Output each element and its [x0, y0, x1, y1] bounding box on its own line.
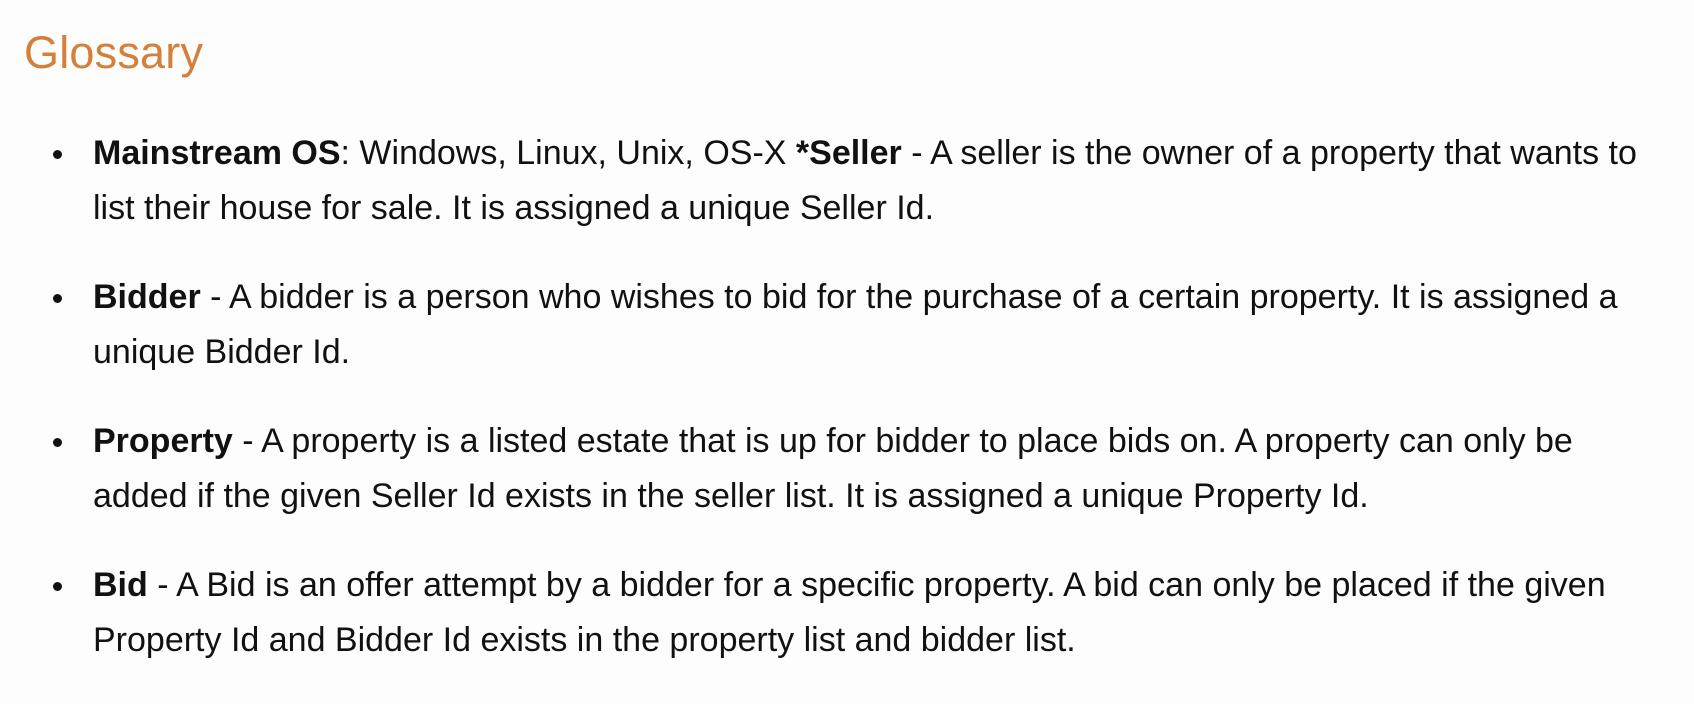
term-mainstream-os: Mainstream OS	[93, 134, 341, 172]
glossary-item-mainstream-os-seller: Mainstream OS: Windows, Linux, Unix, OS-…	[24, 126, 1654, 236]
glossary-list: Mainstream OS: Windows, Linux, Unix, OS-…	[24, 126, 1654, 702]
term-seller: *Seller	[795, 134, 902, 172]
term-property: Property	[93, 422, 233, 460]
definition-bidder: - A bidder is a person who wishes to bid…	[93, 278, 1618, 371]
bullet-icon	[53, 294, 62, 303]
definition-bid: - A Bid is an offer attempt by a bidder …	[93, 566, 1606, 659]
bullet-icon	[53, 582, 62, 591]
definition-property: - A property is a listed estate that is …	[93, 422, 1573, 515]
glossary-page: Glossary Mainstream OS: Windows, Linux, …	[0, 0, 1694, 704]
bullet-icon	[53, 438, 62, 447]
glossary-heading: Glossary	[24, 27, 204, 78]
glossary-item-bid: Bid - A Bid is an offer attempt by a bid…	[24, 558, 1654, 668]
glossary-item-property: Property - A property is a listed estate…	[24, 414, 1654, 524]
term-bidder: Bidder	[93, 278, 201, 316]
bullet-icon	[53, 150, 62, 159]
term-bid: Bid	[93, 566, 148, 604]
glossary-item-bidder: Bidder - A bidder is a person who wishes…	[24, 270, 1654, 380]
definition-mainstream-os: : Windows, Linux, Unix, OS-X	[340, 134, 796, 172]
